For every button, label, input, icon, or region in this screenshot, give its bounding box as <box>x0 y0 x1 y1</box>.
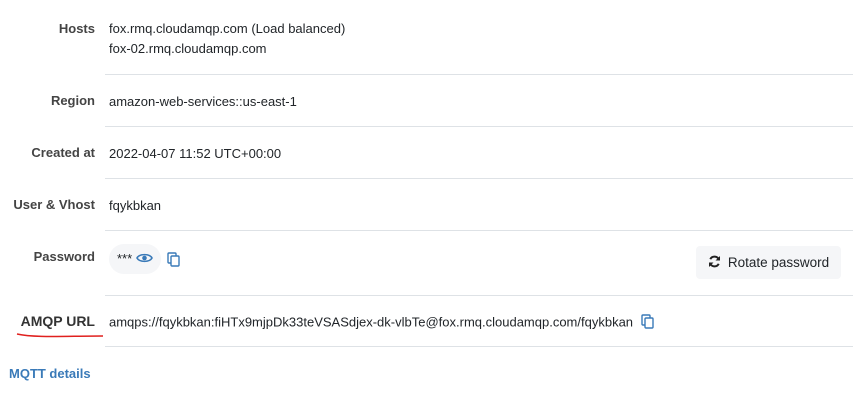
amqp-url-value: amqps://fqykbkan:fiHTx9mjpDk33teVSASdjex… <box>109 314 634 330</box>
host-primary: fox.rmq.cloudamqp.com (Load balanced) <box>109 21 346 36</box>
eye-icon[interactable] <box>135 252 153 267</box>
password-label: Password <box>33 249 95 264</box>
divider <box>105 346 853 347</box>
divider <box>105 230 853 231</box>
region-label: Region <box>50 93 95 108</box>
rotate-password-button[interactable]: Rotate password <box>696 246 841 279</box>
user-vhost-label: User & Vhost <box>13 197 95 212</box>
red-underline-annotation <box>16 333 104 338</box>
divider <box>105 178 853 179</box>
copy-url-icon[interactable] <box>640 314 654 332</box>
amqp-url-row: amqps://fqykbkan:fiHTx9mjpDk33teVSASdjex… <box>109 314 654 332</box>
host-secondary: fox-02.rmq.cloudamqp.com <box>109 41 267 56</box>
region-value: amazon-web-services::us-east-1 <box>109 94 297 109</box>
refresh-icon <box>708 255 721 271</box>
password-value: *** <box>117 251 133 266</box>
divider <box>105 295 853 296</box>
rotate-password-label: Rotate password <box>727 255 830 270</box>
copy-password-icon[interactable] <box>167 252 180 270</box>
user-vhost-value: fqykbkan <box>109 198 162 213</box>
created-label: Created at <box>31 145 95 160</box>
divider <box>105 126 853 127</box>
created-value: 2022-04-07 11:52 UTC+00:00 <box>109 146 282 161</box>
divider <box>105 74 853 75</box>
password-display: *** <box>117 251 153 267</box>
amqp-url-label: AMQP URL <box>20 313 95 329</box>
hosts-label: Hosts <box>58 21 95 36</box>
mqtt-details-link[interactable]: MQTT details <box>9 366 91 381</box>
